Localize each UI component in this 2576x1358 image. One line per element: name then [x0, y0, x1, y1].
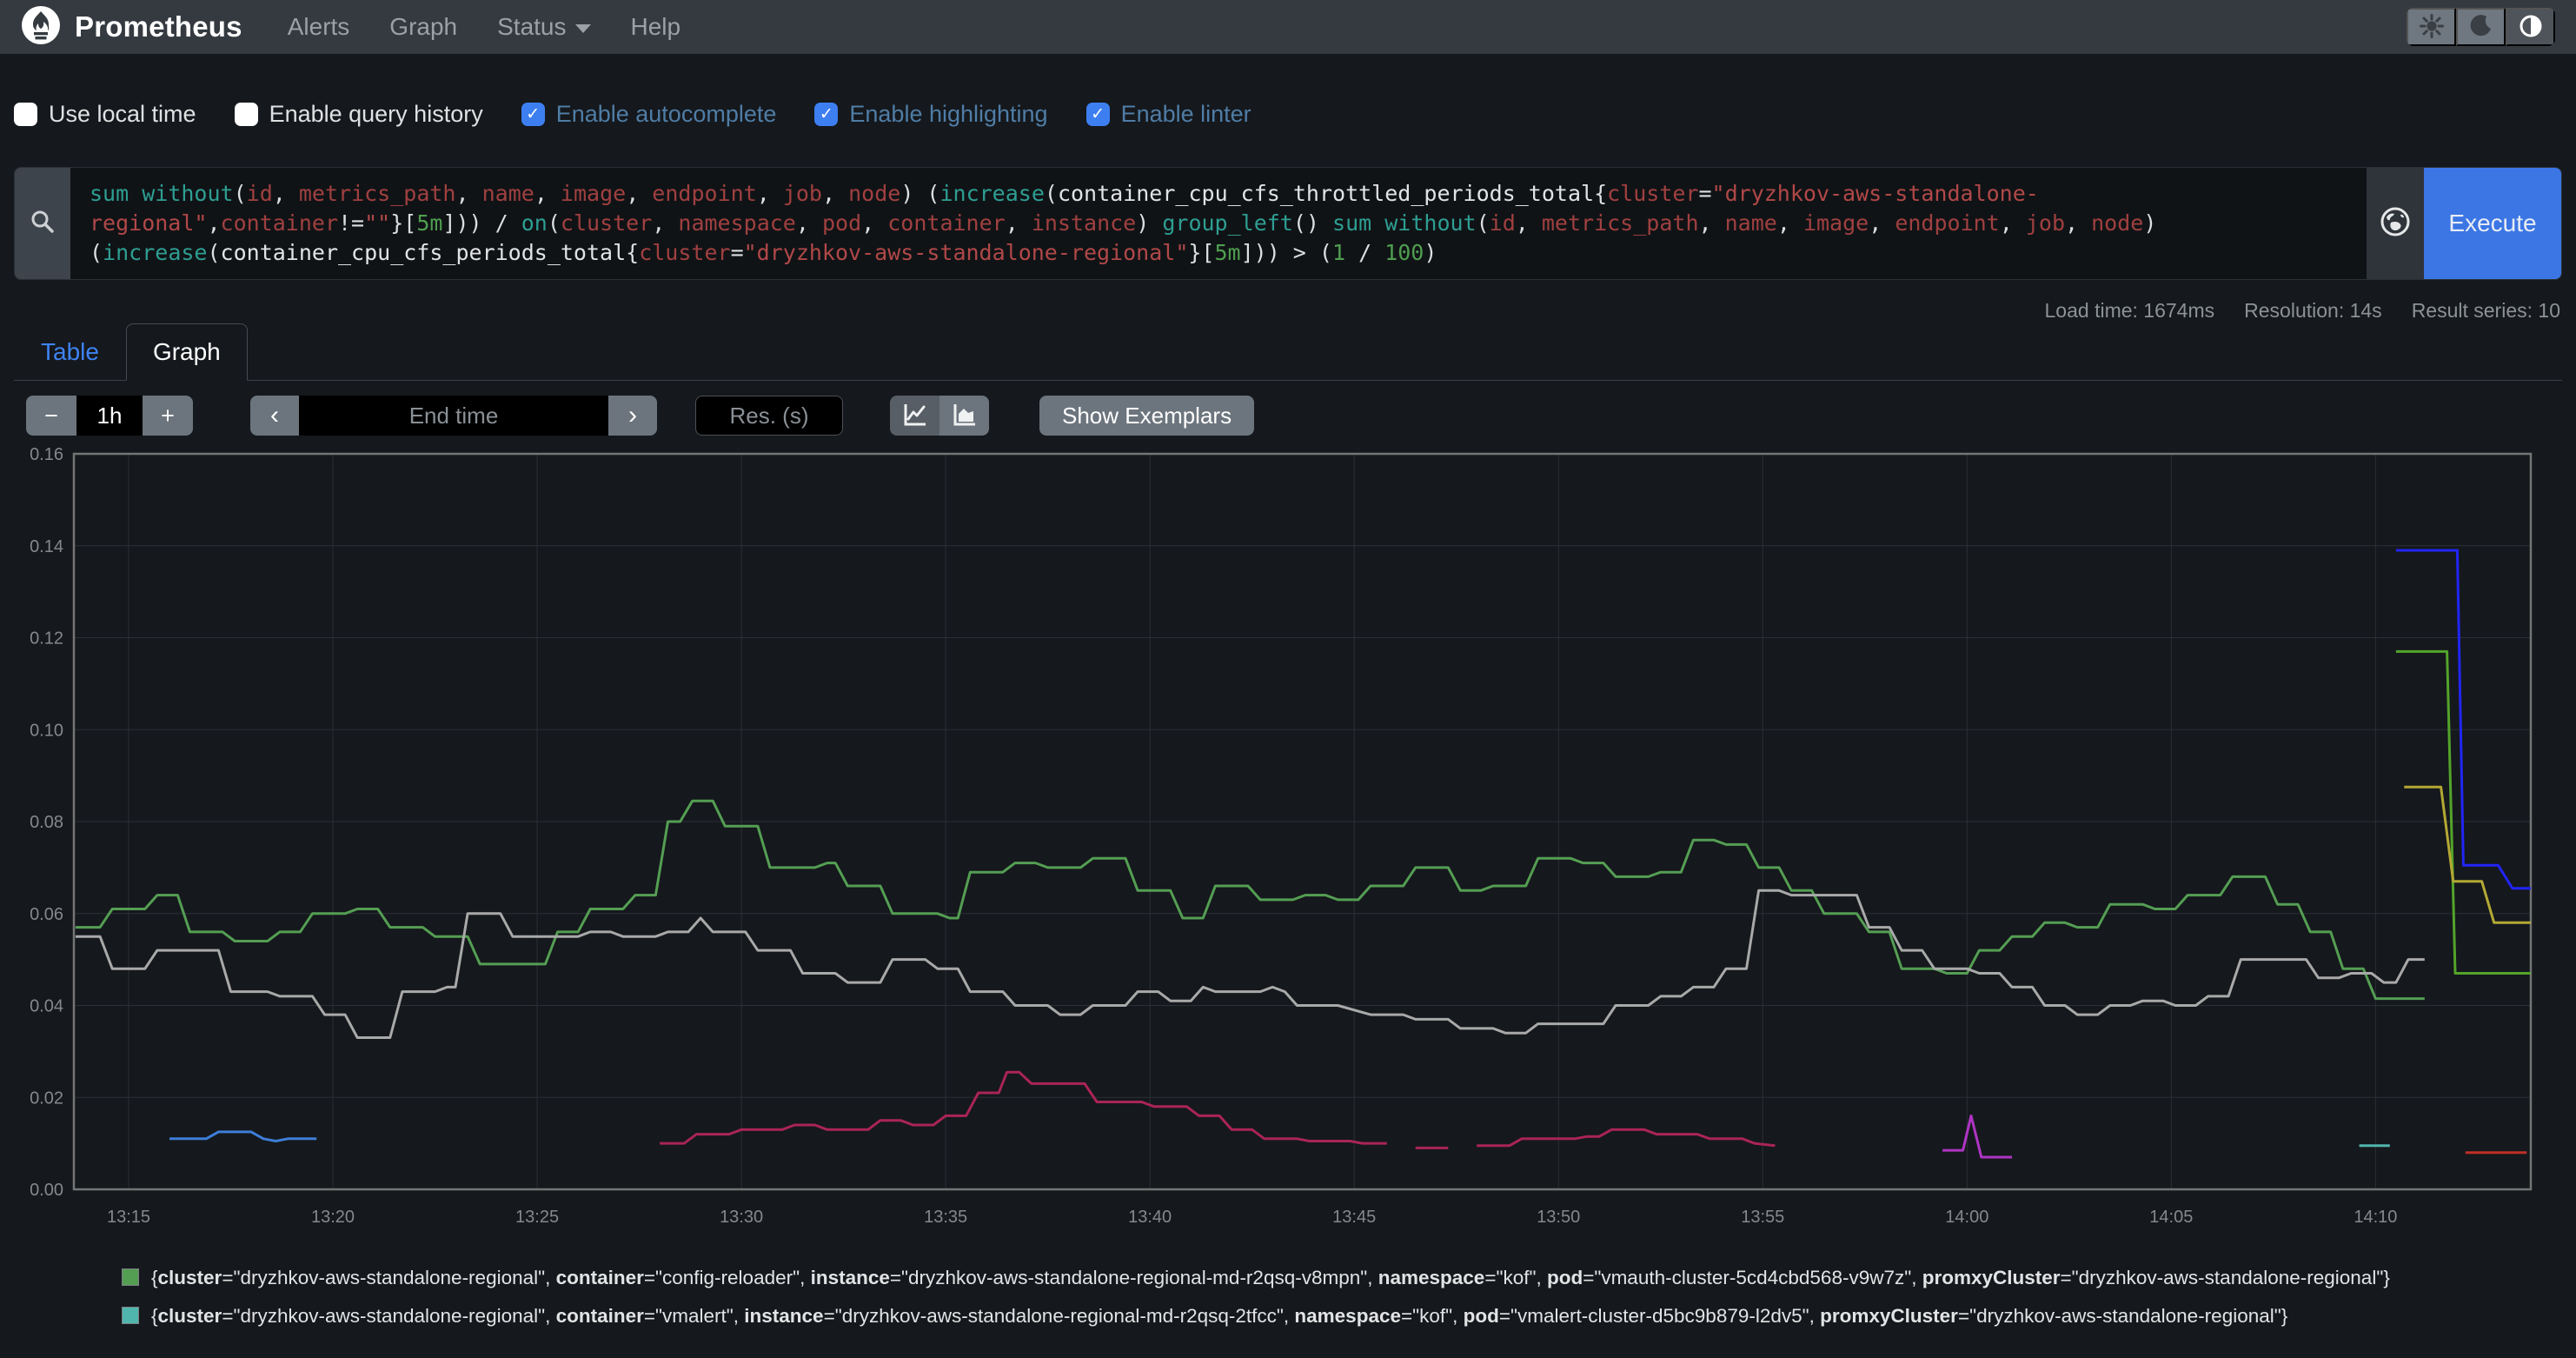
svg-text:14:05: 14:05 [2149, 1208, 2193, 1227]
svg-text:13:30: 13:30 [720, 1208, 763, 1227]
prometheus-app: Prometheus Alerts Graph Status Help [0, 0, 2576, 1358]
checkbox-box: ✓ [521, 103, 545, 126]
checkbox-label: Use local time [49, 101, 196, 128]
legend-item[interactable]: {cluster="dryzhkov-aws-standalone-region… [122, 1262, 2420, 1294]
svg-text:13:25: 13:25 [515, 1208, 559, 1227]
legend-swatch [122, 1268, 139, 1286]
svg-text:13:45: 13:45 [1332, 1208, 1376, 1227]
resolution-input[interactable] [695, 396, 843, 436]
line-chart-icon [902, 402, 928, 430]
prometheus-logo-icon [21, 5, 61, 50]
nav-links: Alerts Graph Status Help [288, 13, 681, 41]
svg-text:14:00: 14:00 [1945, 1208, 1988, 1227]
metrics-explorer-button[interactable] [2367, 168, 2424, 279]
svg-text:0.12: 0.12 [30, 629, 63, 649]
app-title: Prometheus [75, 10, 242, 43]
area-chart-icon [952, 402, 978, 430]
checkbox-use-local-time[interactable]: Use local time [14, 101, 196, 128]
range-decrease-button[interactable]: − [26, 396, 76, 436]
svg-text:0.06: 0.06 [30, 905, 63, 924]
moon-icon [2470, 15, 2493, 40]
chart-type-group [890, 396, 989, 436]
checkbox-enable-linter[interactable]: ✓ Enable linter [1086, 101, 1251, 128]
graph-canvas[interactable]: 0.00 0.02 0.04 0.06 0.08 0.10 0.12 0.14 0.16 13:1… [0, 443, 2576, 1252]
tab-graph[interactable]: Graph [126, 323, 248, 381]
svg-text:0.16: 0.16 [30, 445, 63, 464]
execute-button[interactable]: Execute [2424, 168, 2561, 279]
nav-item-status[interactable]: Status [497, 13, 590, 41]
auto-theme-button[interactable] [2506, 8, 2555, 46]
line-chart-button[interactable] [890, 396, 939, 436]
svg-text:13:50: 13:50 [1537, 1208, 1580, 1227]
checkbox-enable-highlighting[interactable]: ✓ Enable highlighting [814, 101, 1047, 128]
end-time-group: ‹ › [250, 396, 657, 436]
end-time-next-button[interactable]: › [608, 396, 657, 436]
checkbox-enable-query-history[interactable]: Enable query history [235, 101, 483, 128]
svg-text:0.04: 0.04 [30, 997, 63, 1016]
options-row: Use local time Enable query history ✓ En… [14, 101, 1251, 128]
light-theme-button[interactable] [2407, 8, 2456, 46]
checkbox-enable-autocomplete[interactable]: ✓ Enable autocomplete [521, 101, 777, 128]
globe-icon [2380, 206, 2411, 242]
checkbox-label: Enable linter [1121, 101, 1251, 128]
svg-text:13:40: 13:40 [1128, 1208, 1172, 1227]
end-time-prev-button[interactable]: ‹ [250, 396, 299, 436]
range-increase-button[interactable]: + [143, 396, 193, 436]
svg-text:14:10: 14:10 [2354, 1208, 2397, 1227]
end-time-input[interactable] [299, 396, 608, 436]
auto-theme-icon [2519, 14, 2543, 41]
range-input[interactable] [76, 396, 143, 436]
load-time-stat: Load time: 1674ms [2045, 299, 2215, 323]
range-input-group: − + [26, 396, 193, 436]
checkbox-box: ✓ [814, 103, 838, 126]
svg-text:0.08: 0.08 [30, 813, 63, 832]
tab-table[interactable]: Table [14, 323, 126, 381]
svg-text:0.10: 0.10 [30, 721, 63, 740]
nav-item-help[interactable]: Help [631, 13, 681, 41]
checkbox-box [235, 103, 258, 126]
brand-link[interactable]: Prometheus [21, 5, 242, 50]
nav-item-graph[interactable]: Graph [389, 13, 457, 41]
nav-item-alerts[interactable]: Alerts [288, 13, 350, 41]
legend-swatch [122, 1307, 139, 1324]
query-stats: Load time: 1674ms Resolution: 14s Result… [2045, 299, 2560, 323]
graph-controls: − + ‹ › [26, 396, 1254, 436]
svg-text:13:15: 13:15 [107, 1208, 150, 1227]
stacked-chart-button[interactable] [939, 396, 989, 436]
svg-text:0.02: 0.02 [30, 1088, 63, 1108]
svg-text:0.00: 0.00 [30, 1181, 63, 1200]
checkbox-box [14, 103, 37, 126]
sun-icon [2420, 14, 2444, 41]
navbar: Prometheus Alerts Graph Status Help [0, 0, 2576, 54]
panel-tabs: Table Graph [14, 323, 2562, 381]
checkbox-label: Enable query history [269, 101, 483, 128]
query-panel: sum without(id, metrics_path, name, imag… [14, 167, 2562, 280]
svg-text:13:35: 13:35 [924, 1208, 967, 1227]
search-icon [29, 208, 56, 240]
checkbox-label: Enable autocomplete [556, 101, 777, 128]
resolution-stat: Resolution: 14s [2244, 299, 2382, 323]
theme-toggle-group [2407, 8, 2555, 46]
dark-theme-button[interactable] [2456, 8, 2506, 46]
legend-item[interactable]: {cluster="dryzhkov-aws-standalone-region… [122, 1301, 2420, 1332]
chevron-down-icon [575, 24, 591, 33]
checkbox-label: Enable highlighting [849, 101, 1047, 128]
svg-text:0.14: 0.14 [30, 537, 63, 556]
svg-text:13:20: 13:20 [311, 1208, 355, 1227]
checkbox-box: ✓ [1086, 103, 1110, 126]
nav-item-status-label: Status [497, 13, 566, 41]
search-addon [15, 168, 70, 279]
graph-legend: {cluster="dryzhkov-aws-standalone-region… [122, 1262, 2420, 1339]
result-series-stat: Result series: 10 [2412, 299, 2560, 323]
expression-input[interactable]: sum without(id, metrics_path, name, imag… [70, 168, 2367, 279]
legend-series-labels: {cluster="dryzhkov-aws-standalone-region… [151, 1262, 2420, 1294]
legend-series-labels: {cluster="dryzhkov-aws-standalone-region… [151, 1301, 2420, 1332]
show-exemplars-button[interactable]: Show Exemplars [1039, 396, 1254, 436]
svg-text:13:55: 13:55 [1741, 1208, 1784, 1227]
